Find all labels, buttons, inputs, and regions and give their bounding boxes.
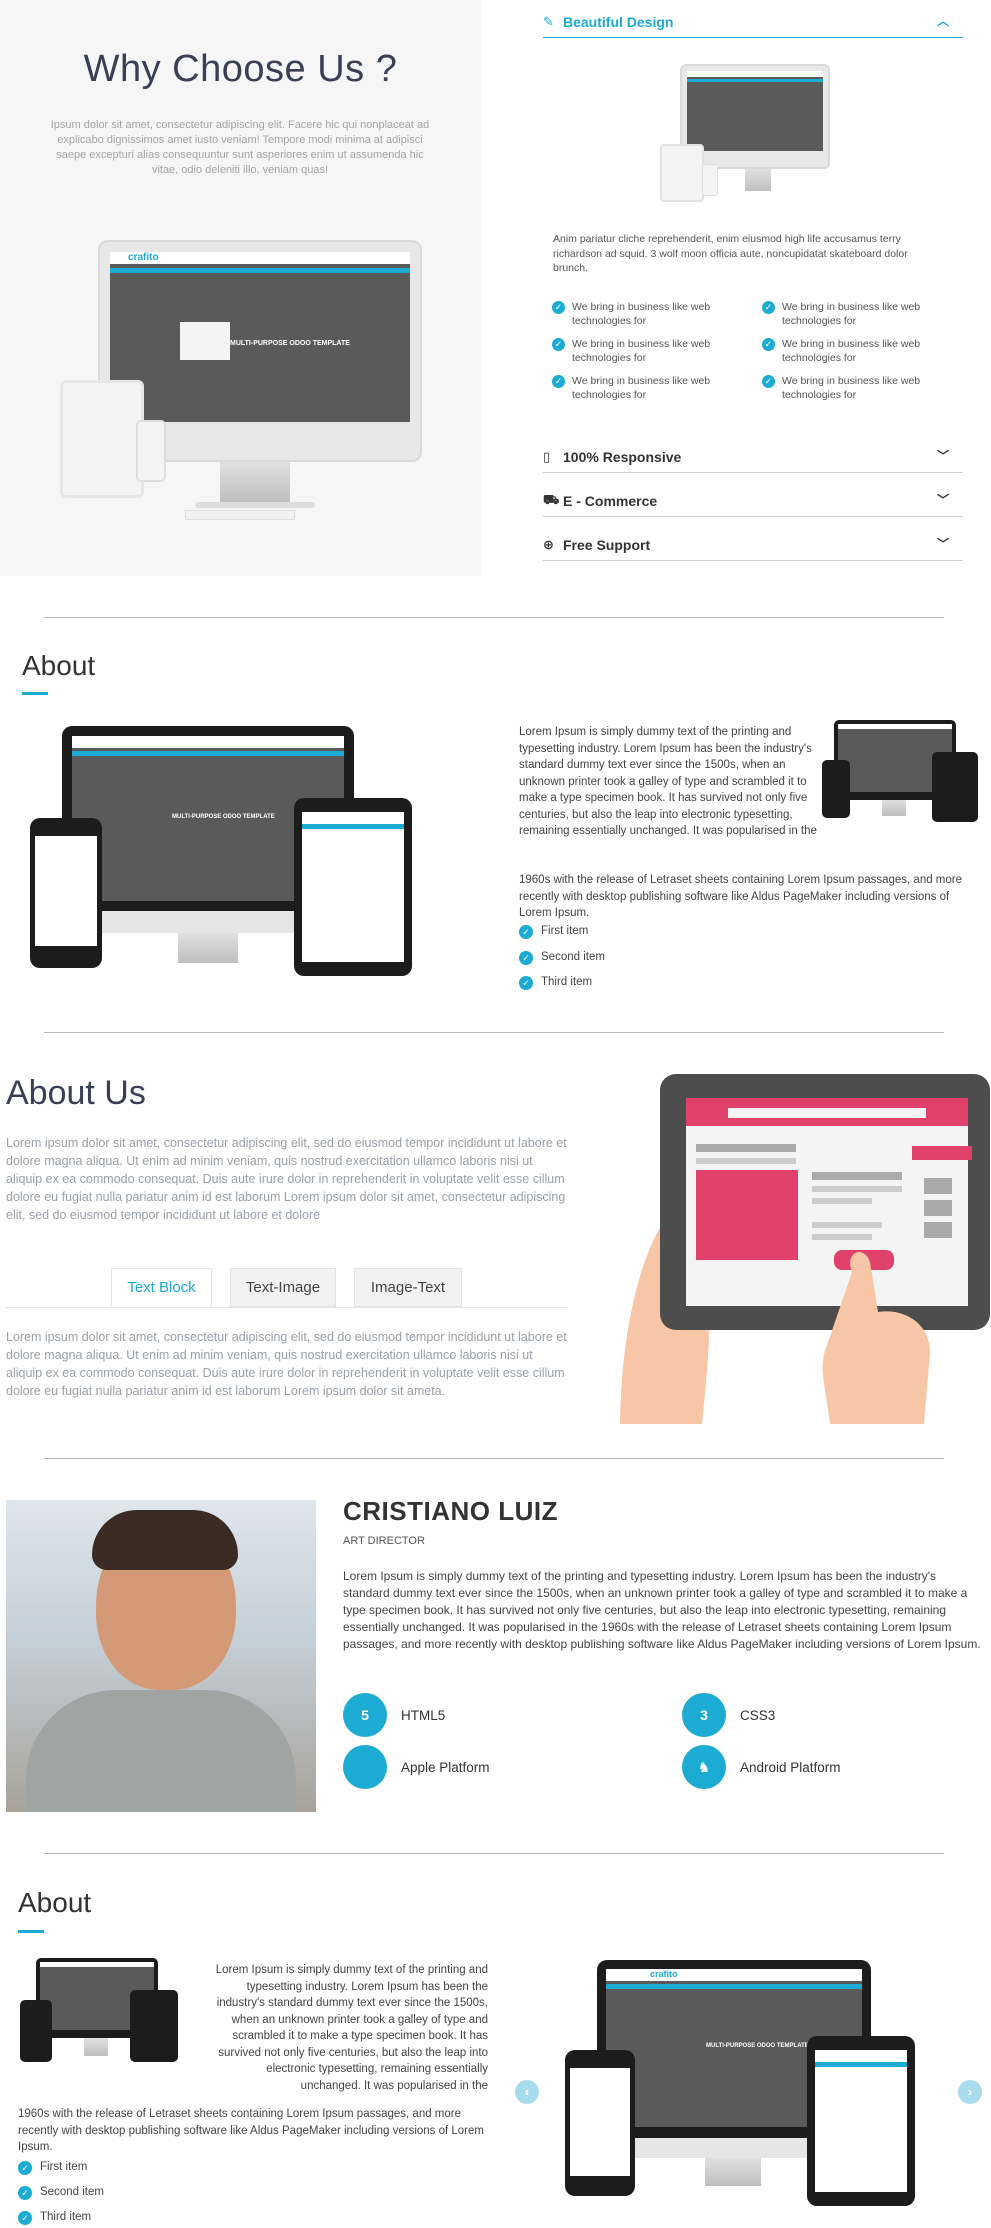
lifebuoy-icon: ⊕ xyxy=(543,536,554,552)
devices-mockup-image: crafito MULTI-PURPOSE ODOO TEMPLATE xyxy=(60,240,440,530)
about-small-devices-image xyxy=(822,720,980,826)
person-bio: Lorem Ipsum is simply dummy text of the … xyxy=(343,1569,981,1651)
skill-html5: 5 HTML5 xyxy=(343,1693,445,1737)
crafito-logo: crafito xyxy=(128,252,159,263)
accordion-item-support[interactable]: ⊕ Free Support ﹀ xyxy=(543,529,963,561)
accordion-item-ecommerce[interactable]: ⛟ E - Commerce ﹀ xyxy=(543,485,963,517)
check-icon: ✓ xyxy=(18,2211,32,2225)
tablet-hand-illustration xyxy=(620,1074,990,1424)
person-role: ART DIRECTOR xyxy=(343,1535,425,1547)
tab-text-block[interactable]: Text Block xyxy=(111,1268,212,1307)
check-icon: ✓ xyxy=(519,925,533,939)
css3-icon: 3 xyxy=(682,1693,726,1737)
skill-label: CSS3 xyxy=(740,1707,776,1723)
section-divider xyxy=(44,617,944,618)
chevron-right-icon: › xyxy=(967,2084,973,2099)
check-icon: ✓ xyxy=(552,375,565,388)
screen-caption: MULTI-PURPOSE ODOO TEMPLATE xyxy=(230,340,350,347)
check-icon: ✓ xyxy=(762,301,775,314)
section-divider xyxy=(44,1032,944,1033)
check-icon: ✓ xyxy=(552,301,565,314)
about2-paragraph-part1: Lorem Ipsum is simply dummy text of the … xyxy=(215,1964,488,2092)
list-item: ✓ Third item xyxy=(519,976,592,990)
check-icon: ✓ xyxy=(762,375,775,388)
accordion-item-responsive[interactable]: ▯ 100% Responsive ﹀ xyxy=(543,441,963,473)
section-divider xyxy=(44,1853,944,1854)
crafito-logo: crafito xyxy=(650,1969,678,1979)
slider-prev-button[interactable]: ‹ xyxy=(515,2080,539,2104)
skill-css3: 3 CSS3 xyxy=(682,1693,775,1737)
person-name: CRISTIANO LUIZ xyxy=(343,1496,558,1526)
accordion-devices-image xyxy=(660,64,850,214)
section-divider xyxy=(44,1458,944,1459)
mobile-icon: ▯ xyxy=(543,448,551,464)
list-item: ✓ First item xyxy=(519,925,588,939)
cart-icon: ⛟ xyxy=(543,491,560,507)
about2-paragraph-part2: 1960s with the release of Letraset sheet… xyxy=(18,2108,484,2153)
check-item: ✓ We bring in business like web technolog… xyxy=(762,337,952,365)
chevron-down-icon: ﹀ xyxy=(936,449,949,463)
skill-label: Android Platform xyxy=(740,1759,841,1775)
apple-icon xyxy=(343,1745,387,1789)
profile-photo xyxy=(6,1500,316,1812)
chevron-up-icon: ︿ xyxy=(936,14,949,28)
skill-apple: Apple Platform xyxy=(343,1745,490,1789)
list-item: ✓ Third item xyxy=(18,2211,91,2225)
check-item: ✓ We bring in business like web technolog… xyxy=(762,300,952,328)
accordion-check-list: ✓ We bring in business like web technolog… xyxy=(552,300,952,410)
about-us-intro: Lorem ipsum dolor sit amet, consectetur … xyxy=(6,1136,567,1222)
tabs-baseline xyxy=(6,1307,567,1308)
check-icon: ✓ xyxy=(18,2186,32,2200)
accordion-label: E - Commerce xyxy=(563,492,658,509)
title-underline xyxy=(18,1930,44,1933)
accordion-label: Free Support xyxy=(563,536,651,553)
check-icon: ✓ xyxy=(762,338,775,351)
about-title-2: About xyxy=(18,1887,92,1918)
slider-next-button[interactable]: › xyxy=(958,2080,982,2104)
list-item: ✓ Second item xyxy=(519,951,605,965)
slider-devices-image: crafito MULTI-PURPOSE ODOO TEMPLATE xyxy=(565,1958,915,2218)
tab-content-text: Lorem ipsum dolor sit amet, consectetur … xyxy=(6,1330,567,1398)
about-us-title: About Us xyxy=(6,1074,146,1112)
tab-image-text[interactable]: Image-Text xyxy=(354,1268,462,1307)
accordion-label: 100% Responsive xyxy=(563,448,682,465)
check-item: ✓ We bring in business like web technolog… xyxy=(552,337,742,365)
chevron-down-icon: ﹀ xyxy=(936,493,949,507)
tab-text-image[interactable]: Text-Image xyxy=(230,1268,336,1307)
skill-android: ♞ Android Platform xyxy=(682,1745,841,1789)
about-paragraph-part2: 1960s with the release of Letraset sheet… xyxy=(519,874,963,919)
list-item: ✓ Second item xyxy=(18,2186,104,2200)
accordion-label: Beautiful Design xyxy=(563,13,674,30)
check-item: ✓ We bring in business like web technolog… xyxy=(762,374,952,402)
brush-icon: ✎ xyxy=(543,13,554,29)
skill-label: Apple Platform xyxy=(401,1759,490,1775)
android-icon: ♞ xyxy=(682,1745,726,1789)
check-icon: ✓ xyxy=(519,951,533,965)
list-item: ✓ First item xyxy=(18,2161,87,2175)
why-choose-text: Ipsum dolor sit amet, consectetur adipis… xyxy=(50,119,430,176)
accordion-item-beautiful-design[interactable]: ✎ Beautiful Design ︿ xyxy=(543,6,963,38)
screen-caption: MULTI-PURPOSE ODOO TEMPLATE xyxy=(172,814,275,820)
why-choose-title: Why Choose Us ? xyxy=(83,48,398,90)
about-title: About xyxy=(22,650,96,681)
chevron-down-icon: ﹀ xyxy=(936,537,949,551)
about-devices-image: MULTI-PURPOSE ODOO TEMPLATE xyxy=(28,722,423,980)
check-icon: ✓ xyxy=(18,2161,32,2175)
about-paragraph-part1: Lorem Ipsum is simply dummy text of the … xyxy=(519,726,817,837)
accordion-paragraph: Anim pariatur cliche reprehenderit, enim… xyxy=(553,233,908,274)
about-small-devices-image-2 xyxy=(20,1958,180,2068)
check-icon: ✓ xyxy=(519,976,533,990)
html5-icon: 5 xyxy=(343,1693,387,1737)
screen-caption: MULTI-PURPOSE ODOO TEMPLATE xyxy=(706,2043,809,2049)
chevron-left-icon: ‹ xyxy=(524,2084,530,2099)
title-underline xyxy=(22,692,48,695)
check-item: ✓ We bring in business like web technolog… xyxy=(552,300,742,328)
check-item: ✓ We bring in business like web technolog… xyxy=(552,374,742,402)
skill-label: HTML5 xyxy=(401,1707,446,1723)
check-icon: ✓ xyxy=(552,338,565,351)
